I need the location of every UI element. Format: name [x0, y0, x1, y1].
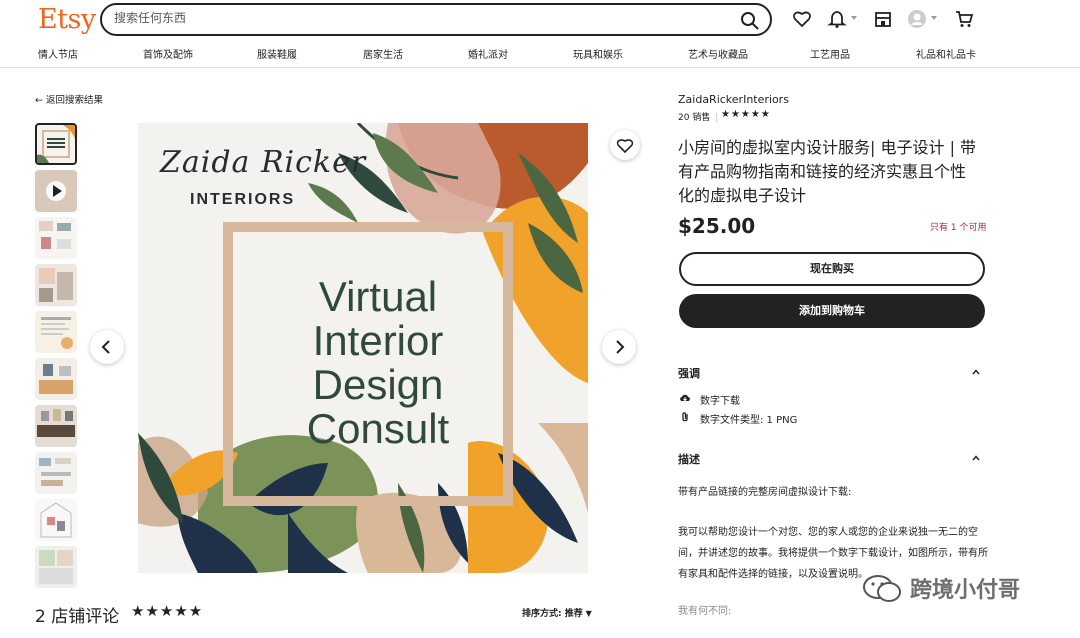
thumbnail-10[interactable]: [35, 546, 77, 588]
prev-image-button[interactable]: [90, 330, 124, 364]
cart-icon[interactable]: [954, 9, 974, 29]
favorite-button[interactable]: [610, 130, 640, 160]
listing-title: 小房间的虚拟室内设计服务| 电子设计 | 带有产品购物指南和链接的经济实惠且个性…: [678, 138, 977, 205]
notifications-bell-icon[interactable]: [827, 9, 847, 29]
search-bar[interactable]: [100, 3, 772, 36]
arrow-left-icon: ←: [35, 95, 43, 106]
category-item[interactable]: 艺术与收藏品: [688, 46, 748, 61]
next-image-button[interactable]: [602, 330, 636, 364]
favorites-heart-icon[interactable]: [792, 9, 812, 29]
brand-script: Zaida Ricker: [160, 145, 367, 180]
sort-label: 排序方式: 推荐: [522, 609, 583, 619]
stock-notice: 只有 1 个可用: [930, 223, 987, 233]
divider: |: [715, 113, 719, 123]
heart-icon: [616, 139, 634, 154]
artwork-line: Design: [312, 361, 444, 408]
thumbnail-9[interactable]: [35, 499, 77, 541]
avatar-icon[interactable]: [907, 9, 927, 29]
artwork-line: Virtual: [318, 273, 438, 320]
chevron-right-icon: [616, 340, 625, 354]
artwork-line: Interior: [312, 317, 444, 364]
artwork-heading: Virtual Interior Design Consult: [278, 275, 478, 451]
thumbnail-6[interactable]: [35, 358, 77, 400]
sales-count: 20 销售 |: [678, 110, 718, 123]
search-icon[interactable]: [740, 11, 760, 31]
category-item[interactable]: 玩具和娱乐: [573, 46, 623, 61]
download-cloud-icon: [680, 394, 690, 402]
description-heading[interactable]: 描述: [678, 451, 700, 467]
artwork-line: Consult: [306, 405, 450, 452]
brand-sub: INTERIORS: [190, 191, 296, 208]
etsy-logo[interactable]: Etsy: [38, 4, 96, 35]
listing-price: $25.00: [678, 214, 756, 238]
watermark-text: 跨境小付哥: [910, 578, 1021, 603]
back-link-label: 返回搜索结果: [46, 95, 104, 106]
paperclip-icon: [682, 412, 688, 422]
category-item[interactable]: 服装鞋履: [257, 46, 297, 61]
reviews-stars: ★★★★★: [131, 602, 204, 620]
category-item[interactable]: 情人节店: [38, 46, 78, 61]
shop-rating-stars[interactable]: ★★★★★: [721, 109, 771, 120]
wechat-watermark-icon: [863, 575, 901, 602]
sort-dropdown[interactable]: 排序方式: 推荐 ▼: [522, 606, 592, 619]
category-item[interactable]: 居家生活: [363, 46, 403, 61]
chevron-left-icon: [101, 340, 110, 354]
thumbnail-7[interactable]: [35, 405, 77, 447]
thumbnail-3[interactable]: [35, 217, 77, 259]
highlight-item: 数字下载: [700, 396, 740, 407]
category-item[interactable]: 首饰及配饰: [143, 46, 193, 61]
search-input[interactable]: [114, 11, 714, 25]
thumbnail-4[interactable]: [35, 264, 77, 306]
highlights-heading[interactable]: 强调: [678, 365, 700, 381]
description-line: 我有何不同:: [678, 606, 732, 617]
category-item[interactable]: 工艺用品: [810, 46, 850, 61]
thumbnail-video[interactable]: [35, 170, 77, 212]
chevron-down-icon[interactable]: [851, 16, 857, 20]
category-nav: 情人节店 首饰及配饰 服装鞋履 居家生活 婚礼派对 玩具和娱乐 艺术与收藏品 工…: [0, 46, 1080, 61]
caret-down-icon: ▼: [585, 609, 592, 618]
shop-manager-icon[interactable]: [873, 9, 893, 29]
category-item[interactable]: 礼品和礼品卡: [916, 46, 976, 61]
thumbnail-5[interactable]: [35, 311, 77, 353]
sales-text: 20 销售: [678, 113, 711, 123]
buy-now-button[interactable]: 现在购买: [679, 252, 985, 286]
chevron-down-icon[interactable]: [931, 16, 937, 20]
chevron-up-icon[interactable]: [972, 368, 980, 376]
thumbnail-8[interactable]: [35, 452, 77, 494]
category-item[interactable]: 婚礼派对: [468, 46, 508, 61]
thumbnail-1[interactable]: [35, 123, 77, 165]
main-product-image[interactable]: Zaida Ricker INTERIORS Virtual Interior …: [138, 123, 588, 573]
reviews-title: 2 店铺评论: [35, 607, 120, 627]
chevron-up-icon[interactable]: [972, 454, 980, 462]
highlight-item: 数字文件类型: 1 PNG: [700, 415, 798, 426]
site-header: Etsy 情人节店 首饰及配饰 服装鞋履 居家生活 婚礼派对 玩具和娱乐 艺术与…: [0, 0, 1080, 68]
description-line: 带有产品链接的完整房间虚拟设计下载:: [678, 487, 852, 498]
shop-name-link[interactable]: ZaidaRickerInteriors: [678, 93, 789, 106]
add-to-cart-button[interactable]: 添加到购物车: [679, 294, 985, 328]
back-to-results-link[interactable]: ← 返回搜索结果: [35, 92, 103, 106]
